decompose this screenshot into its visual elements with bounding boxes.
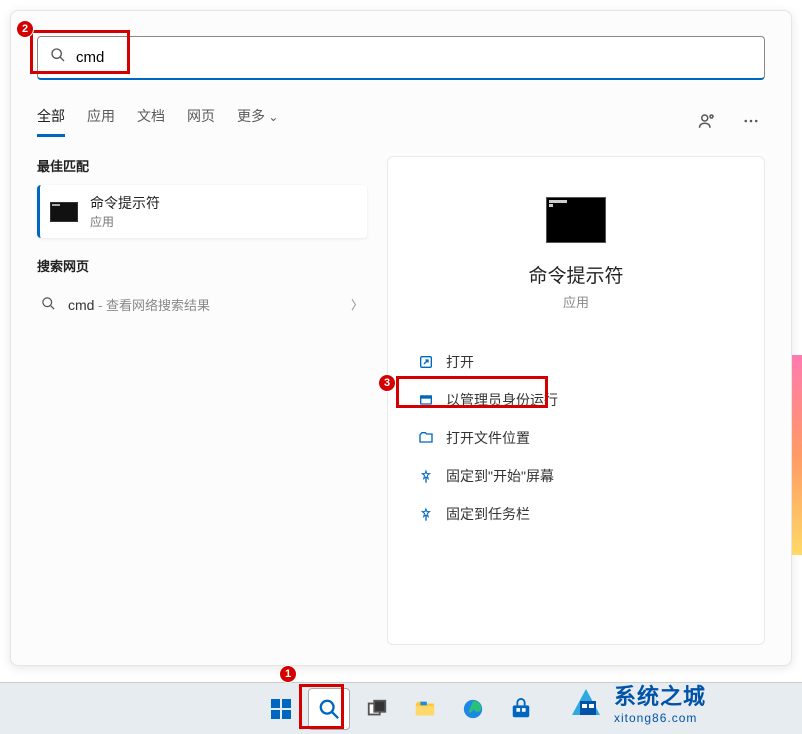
search-panel: 全部 应用 文档 网页 更多 最佳匹配 命令提示符 应用 搜索网页: [10, 10, 792, 666]
best-match-item[interactable]: 命令提示符 应用: [37, 185, 367, 238]
app-thumbnail: [546, 197, 606, 243]
search-icon: [41, 296, 56, 314]
preview-title: 命令提示符: [408, 261, 744, 288]
tabs: 全部 应用 文档 网页 更多: [37, 106, 278, 137]
tab-web[interactable]: 网页: [187, 106, 215, 137]
search-box[interactable]: [37, 36, 765, 80]
tab-apps[interactable]: 应用: [87, 106, 115, 137]
edge-button[interactable]: [452, 688, 494, 730]
search-input[interactable]: [76, 49, 752, 66]
cmd-icon: [50, 202, 78, 222]
web-search-item[interactable]: cmd - 查看网络搜索结果 〉: [37, 285, 367, 324]
task-view-button[interactable]: [356, 688, 398, 730]
callout-3: 3: [378, 374, 396, 392]
action-label: 以管理员身份运行: [446, 390, 558, 410]
desktop-edge: [792, 355, 802, 555]
watermark-url: xitong86.com: [614, 711, 706, 725]
best-match-subtitle: 应用: [90, 213, 160, 230]
web-search-text: cmd - 查看网络搜索结果: [68, 295, 210, 314]
actions-list: 打开 以管理员身份运行 打开文件位置 固定到"开始"屏幕 固定到任务栏: [408, 345, 744, 531]
tab-all[interactable]: 全部: [37, 106, 65, 137]
account-icon[interactable]: [693, 107, 721, 135]
action-label: 打开文件位置: [446, 428, 530, 448]
tabs-right: [693, 107, 765, 135]
watermark-logo-icon: [566, 681, 608, 723]
callout-2: 2: [16, 20, 34, 38]
store-button[interactable]: [500, 688, 542, 730]
action-label: 固定到任务栏: [446, 504, 530, 524]
action-pin-taskbar[interactable]: 固定到任务栏: [408, 497, 744, 531]
action-open-location[interactable]: 打开文件位置: [408, 421, 744, 455]
taskbar-search-button[interactable]: [308, 688, 350, 730]
action-pin-start[interactable]: 固定到"开始"屏幕: [408, 459, 744, 493]
watermark: 系统之城 xitong86.com: [566, 672, 796, 732]
left-column: 最佳匹配 命令提示符 应用 搜索网页 cmd - 查看网络搜索结果 〉: [37, 156, 367, 324]
best-match-title: 命令提示符: [90, 193, 160, 213]
more-icon[interactable]: [737, 107, 765, 135]
watermark-title: 系统之城: [614, 679, 706, 711]
action-label: 固定到"开始"屏幕: [446, 466, 554, 486]
file-explorer-button[interactable]: [404, 688, 446, 730]
search-row: [37, 36, 765, 86]
action-label: 打开: [446, 352, 474, 372]
preview-subtitle: 应用: [408, 292, 744, 311]
preview-pane: 命令提示符 应用 打开 以管理员身份运行 打开文件位置 固定到"开始"屏幕 固定…: [387, 156, 765, 645]
tabs-row: 全部 应用 文档 网页 更多: [37, 101, 765, 141]
callout-1: 1: [279, 665, 297, 683]
start-button[interactable]: [260, 688, 302, 730]
chevron-right-icon: 〉: [351, 296, 363, 313]
search-icon: [50, 47, 66, 68]
best-match-text: 命令提示符 应用: [90, 193, 160, 230]
tab-docs[interactable]: 文档: [137, 106, 165, 137]
action-run-as-admin[interactable]: 以管理员身份运行: [408, 383, 744, 417]
best-match-heading: 最佳匹配: [37, 156, 367, 175]
web-search-heading: 搜索网页: [37, 256, 367, 275]
tab-more[interactable]: 更多: [237, 106, 278, 137]
action-open[interactable]: 打开: [408, 345, 744, 379]
